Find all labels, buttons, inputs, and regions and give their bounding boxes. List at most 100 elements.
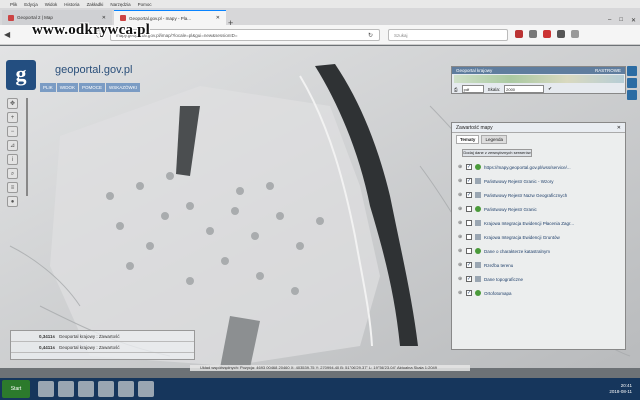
- expand-icon[interactable]: ⊕: [458, 206, 463, 212]
- taskbar-app-icon[interactable]: [118, 381, 134, 397]
- reload-icon[interactable]: ↻: [368, 31, 373, 41]
- menu-bookmarks[interactable]: Zakładki: [87, 2, 104, 7]
- layer-label: Państwowy Rejestr Nazw Geograficznych: [484, 192, 568, 198]
- expand-icon[interactable]: ⊕: [458, 276, 463, 282]
- info-icon[interactable]: i: [7, 154, 18, 165]
- nav-hints[interactable]: WSKAZÓWKI: [106, 83, 141, 92]
- layer-row[interactable]: ⊕ ✓ https://mapy.geoportal.gov.pl/wss/serv…: [452, 160, 625, 174]
- tab-legend[interactable]: Legenda: [481, 135, 507, 144]
- print-row: ⎙ pdf Skala: 2000 ✔: [454, 85, 552, 93]
- tab-topics[interactable]: Tematy: [456, 135, 480, 144]
- expand-icon[interactable]: ⊕: [458, 192, 463, 198]
- search-icon[interactable]: ⌕: [7, 168, 18, 179]
- scale-info-row: 0,3411s Geoportal krajowy : Zawartość: [11, 331, 194, 342]
- tab-close-icon[interactable]: ✕: [216, 15, 220, 21]
- layer-checkbox[interactable]: ✓: [466, 192, 472, 198]
- measure-icon[interactable]: ⊿: [7, 140, 18, 151]
- layer-checkbox[interactable]: ✓: [466, 164, 472, 170]
- menu-help[interactable]: Pomoc: [138, 2, 152, 7]
- layer-type-icon: [475, 206, 481, 212]
- zoom-slider[interactable]: [26, 98, 32, 196]
- maximize-icon[interactable]: □: [619, 17, 623, 24]
- menu-tools[interactable]: Narzędzia: [110, 2, 130, 7]
- layer-row[interactable]: ⊕ Dane o charakterze katastralnym: [452, 244, 625, 258]
- search-input[interactable]: Szukaj: [388, 29, 508, 41]
- close-window-icon[interactable]: ✕: [631, 17, 636, 24]
- confirm-icon[interactable]: ✔: [548, 86, 552, 92]
- overview-header: Geoportal krajowy RASTROWE: [452, 67, 625, 74]
- minimize-icon[interactable]: –: [608, 17, 611, 24]
- window-controls: – □ ✕: [608, 17, 636, 24]
- taskbar-app-icon[interactable]: [78, 381, 94, 397]
- zoom-out-icon[interactable]: −: [7, 126, 18, 137]
- tab-close-icon[interactable]: ✕: [102, 15, 106, 21]
- layer-row[interactable]: ⊕ ✓ Ortofotomapa: [452, 286, 625, 300]
- settings-icon[interactable]: [627, 66, 637, 76]
- layer-row[interactable]: ⊕ ✓ Państwowy Rejestr Nazw Geograficznych: [452, 188, 625, 202]
- taskbar-app-icon[interactable]: [58, 381, 74, 397]
- layer-row[interactable]: ⊕ Krajowa Integracja Ewidencji Gruntów: [452, 230, 625, 244]
- expand-icon[interactable]: ⊕: [458, 220, 463, 226]
- expand-icon[interactable]: ⊕: [458, 248, 463, 254]
- nav-view[interactable]: WIDOK: [56, 83, 79, 92]
- watermark-text: www.odkrywca.pl: [32, 22, 151, 38]
- url-bar[interactable]: mapy.geoportal.gov.pl/imap/?locale=pl&gu…: [110, 29, 380, 41]
- share-icon[interactable]: [627, 90, 637, 100]
- layer-row[interactable]: ⊕ ✓ Państwowy Rejestr Granic - Wzory: [452, 174, 625, 188]
- layer-checkbox[interactable]: ✓: [466, 276, 472, 282]
- expand-icon[interactable]: ⊕: [458, 290, 463, 296]
- taskbar-app-icon[interactable]: [38, 381, 54, 397]
- taskbar-apps: [38, 381, 154, 397]
- nav-tools[interactable]: POMOCE: [79, 83, 106, 92]
- layer-type-icon: [475, 290, 481, 296]
- layer-label: Krajowa Integracja Ewidencji Gruntów: [484, 234, 560, 240]
- bookmarks-icon[interactable]: [529, 30, 537, 38]
- extension-icon[interactable]: [515, 30, 523, 38]
- menu-history[interactable]: Historia: [64, 2, 79, 7]
- pan-icon[interactable]: ✥: [7, 98, 18, 109]
- overview-minimap[interactable]: [454, 75, 624, 83]
- layer-label: Państwowy Rejestr Granic: [484, 206, 537, 212]
- menu-view[interactable]: Widok: [45, 2, 58, 7]
- geoportal-logo[interactable]: g: [6, 60, 36, 90]
- zoom-in-icon[interactable]: +: [7, 112, 18, 123]
- nav-file[interactable]: PLIK: [40, 83, 56, 92]
- extension-icon[interactable]: [543, 30, 551, 38]
- add-external-data-button[interactable]: Dodaj dane z zewnętrznych serwerów: [462, 149, 532, 157]
- help-icon[interactable]: [627, 78, 637, 88]
- back-icon[interactable]: ◀: [4, 30, 10, 40]
- scale-input[interactable]: 2000: [504, 85, 545, 93]
- start-button[interactable]: Start: [2, 380, 30, 398]
- expand-icon[interactable]: ⊕: [458, 178, 463, 184]
- panel-close-icon[interactable]: ✕: [617, 125, 621, 131]
- layer-row[interactable]: ⊕ ✓ Rzeźba terenu: [452, 258, 625, 272]
- print-icon[interactable]: ⎙: [454, 87, 458, 92]
- taskbar-app-icon[interactable]: [98, 381, 114, 397]
- layer-checkbox[interactable]: ✓: [466, 290, 472, 296]
- menu-edit[interactable]: Edycja: [24, 2, 38, 7]
- taskbar-app-icon[interactable]: [138, 381, 154, 397]
- location-icon[interactable]: ●: [7, 196, 18, 207]
- layer-row[interactable]: ⊕ Krajowa Integracja Ewidencji Płacenia Z…: [452, 216, 625, 230]
- layer-checkbox[interactable]: [466, 248, 472, 254]
- taskbar-clock[interactable]: 20:41 2018-08-11: [609, 383, 632, 395]
- layer-checkbox[interactable]: ✓: [466, 262, 472, 268]
- layers-icon[interactable]: ≡: [7, 182, 18, 193]
- layer-row[interactable]: ⊕ ✓ Dane topograficzne: [452, 272, 625, 286]
- expand-icon[interactable]: ⊕: [458, 262, 463, 268]
- layer-list: ⊕ ✓ https://mapy.geoportal.gov.pl/wss/serv…: [452, 160, 625, 300]
- layer-checkbox[interactable]: [466, 220, 472, 226]
- expand-icon[interactable]: ⊕: [458, 234, 463, 240]
- site-nav: PLIK WIDOK POMOCE WSKAZÓWKI: [40, 83, 141, 92]
- expand-icon[interactable]: ⊕: [458, 164, 463, 170]
- layer-checkbox[interactable]: [466, 234, 472, 240]
- scale-info-box: 0,3411s Geoportal krajowy : Zawartość 0,…: [10, 330, 195, 360]
- layer-checkbox[interactable]: ✓: [466, 178, 472, 184]
- download-icon[interactable]: [557, 30, 565, 38]
- layer-checkbox[interactable]: [466, 206, 472, 212]
- layer-type-icon: [475, 262, 481, 268]
- menu-file[interactable]: Plik: [10, 2, 17, 7]
- layer-row[interactable]: ⊕ Państwowy Rejestr Granic: [452, 202, 625, 216]
- home-icon[interactable]: [571, 30, 579, 38]
- format-select[interactable]: pdf: [461, 85, 484, 93]
